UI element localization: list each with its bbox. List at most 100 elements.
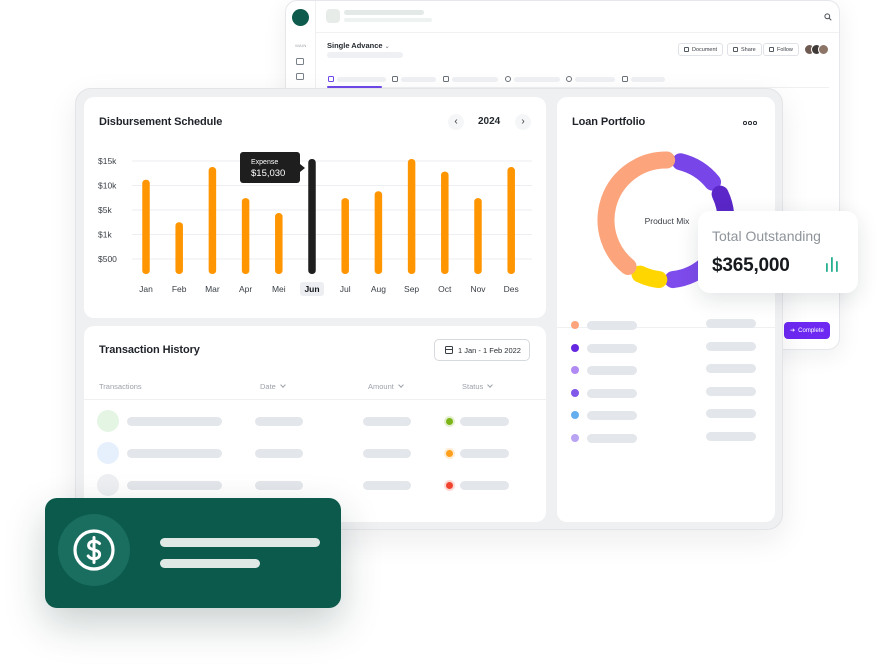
legend-dot	[571, 433, 579, 442]
tooltip-pointer	[300, 164, 305, 172]
arrow-right-icon: ➔	[790, 328, 796, 334]
legend-value-placeholder	[706, 386, 756, 396]
date-range-label: 1 Jan - 1 Feb 2022	[458, 345, 521, 355]
x-tick-label: Nov	[470, 284, 486, 294]
tab-list-icon[interactable]	[443, 76, 449, 82]
tab-clock-icon[interactable]	[505, 76, 511, 82]
total-outstanding-card: Total Outstanding $365,000	[698, 211, 858, 293]
legend-value-placeholder	[706, 319, 756, 328]
follow-icon	[769, 47, 774, 52]
transaction-status-placeholder	[460, 449, 509, 458]
legend-dot	[571, 366, 579, 374]
sidebar-section-label: MAIN	[295, 43, 307, 48]
x-tick-label: Jun	[304, 284, 319, 294]
transaction-avatar	[97, 442, 119, 464]
tab-history[interactable]	[514, 77, 560, 82]
tab-settings-icon[interactable]	[566, 76, 572, 82]
total-outstanding-label: Total Outstanding	[712, 228, 821, 244]
bar-sep	[407, 159, 416, 274]
tooltip-label: Expense	[251, 159, 278, 166]
transaction-status-placeholder	[460, 481, 509, 490]
legend-value-placeholder	[706, 364, 756, 373]
transaction-date-placeholder	[255, 417, 303, 426]
bar-aug	[374, 191, 383, 274]
transaction-avatar	[97, 474, 119, 496]
bar-chart-icon	[826, 257, 838, 272]
y-tick-label: $10k	[98, 181, 117, 191]
follow-button[interactable]: Follow	[763, 43, 799, 56]
share-button[interactable]: Share	[727, 43, 762, 56]
status-dot	[446, 482, 453, 489]
payment-card	[45, 498, 341, 608]
legend-dot	[571, 388, 579, 397]
x-tick-label: Oct	[438, 284, 452, 294]
payment-subtitle-placeholder	[160, 559, 260, 568]
x-tick-label: Jan	[139, 284, 153, 294]
x-tick-label: Des	[504, 284, 519, 294]
tab-bar	[327, 73, 829, 88]
total-outstanding-value: $365,000	[712, 255, 790, 276]
calendar-icon	[445, 346, 453, 354]
transaction-name-placeholder	[127, 417, 222, 426]
followers-avatars[interactable]	[804, 43, 829, 56]
y-tick-label: $500	[98, 254, 117, 264]
tab-tag-icon[interactable]	[392, 76, 398, 82]
tab-overview-icon[interactable]	[328, 76, 334, 82]
legend-value-placeholder	[706, 341, 756, 351]
grid-icon[interactable]	[296, 58, 304, 65]
transaction-amount-placeholder	[363, 449, 411, 458]
bar-nov	[474, 198, 482, 274]
column-header-date[interactable]: Date	[260, 382, 286, 391]
complete-button[interactable]: ➔ Complete	[784, 322, 830, 339]
x-tick-label: Aug	[371, 284, 386, 294]
transaction-name-placeholder	[127, 449, 222, 458]
disbursement-bar-chart: $15k $10k $5k $1k $500 Jan Feb Mar Apr Mei Jun Jul A…	[98, 152, 532, 296]
tab-settings[interactable]	[575, 77, 615, 82]
bar-apr	[241, 198, 250, 274]
bar-jul	[341, 198, 349, 274]
bar-oct	[441, 171, 449, 274]
tab-more[interactable]	[631, 77, 665, 82]
legend-label-placeholder	[587, 366, 637, 375]
search-icon[interactable]	[824, 13, 832, 21]
chevron-down-icon	[487, 382, 494, 388]
date-range-picker[interactable]: 1 Jan - 1 Feb 2022	[434, 339, 530, 361]
x-tick-label: Sep	[404, 284, 419, 294]
chevron-down-icon[interactable]: ⌄	[385, 44, 390, 50]
back-topbar	[316, 1, 839, 33]
share-icon	[733, 47, 738, 52]
legend-label-placeholder	[587, 433, 637, 443]
transaction-status-placeholder	[460, 417, 509, 426]
y-tick-label: $5k	[98, 205, 112, 215]
bar-mei	[275, 213, 283, 274]
dollar-icon	[73, 529, 115, 571]
chevron-down-icon	[398, 382, 404, 388]
legend-dot	[571, 321, 579, 329]
legend-dot	[571, 343, 579, 352]
column-header-status[interactable]: Status	[462, 382, 494, 391]
inbox-icon[interactable]	[296, 73, 304, 80]
topbar-logo-placeholder	[326, 9, 340, 23]
payment-icon-badge	[58, 514, 130, 586]
status-dot	[446, 450, 453, 457]
bar-jun	[308, 159, 316, 274]
x-tick-label: Apr	[239, 284, 252, 294]
x-tick-label: Mar	[205, 284, 220, 294]
tooltip-value: $15,030	[251, 168, 285, 179]
tab-details[interactable]	[401, 77, 436, 82]
bar-des	[507, 167, 515, 274]
payment-title-placeholder	[160, 538, 320, 547]
app-logo[interactable]	[292, 9, 309, 26]
y-tick-label: $1k	[98, 230, 112, 240]
transaction-amount-placeholder	[363, 417, 411, 426]
document-icon	[684, 47, 689, 52]
chevron-down-icon	[280, 382, 286, 388]
status-dot	[446, 418, 453, 425]
tab-grid-icon[interactable]	[622, 76, 628, 82]
column-header-amount[interactable]: Amount	[368, 382, 404, 391]
tab-overview[interactable]	[337, 77, 386, 82]
tab-schedule[interactable]	[452, 77, 498, 82]
transaction-name-placeholder	[127, 481, 222, 490]
document-button[interactable]: Document	[678, 43, 724, 56]
disbursement-schedule-card: Disbursement Schedule ‹ 2024 › $15k $10k $…	[84, 97, 546, 318]
